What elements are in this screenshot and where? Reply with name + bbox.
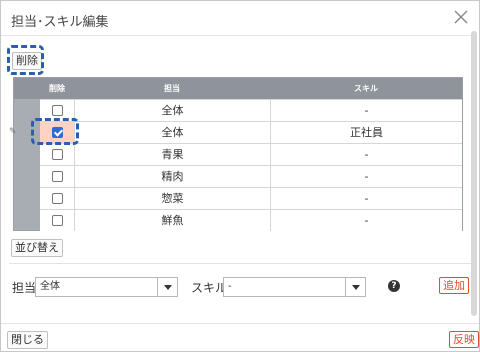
skill-cell: 正社員 xyxy=(350,126,383,139)
chevron-down-icon xyxy=(157,278,177,296)
skill-cell: - xyxy=(364,148,369,161)
tanto-cell: 全体 xyxy=(161,104,184,117)
assignment-grid: 削除 担当 スキル 全体 - 全体 正社員 青果 - 精肉 - 惣菜 - 鮮魚 - xyxy=(13,77,463,231)
scrollbar[interactable] xyxy=(471,31,477,316)
header-skill: スキル xyxy=(354,84,378,93)
delete-button[interactable]: 削除 xyxy=(12,52,42,70)
divider xyxy=(9,263,471,264)
delete-checkbox[interactable] xyxy=(52,127,63,138)
dialog-title: 担当･スキル編集 xyxy=(11,15,109,30)
title-divider xyxy=(1,35,473,36)
delete-checkbox[interactable] xyxy=(52,193,63,204)
header-delete: 削除 xyxy=(49,84,65,93)
close-icon[interactable] xyxy=(453,9,469,25)
tanto-cell: 精肉 xyxy=(161,170,184,183)
table-row[interactable]: 鮮魚 - xyxy=(40,209,462,231)
delete-cell xyxy=(40,100,74,121)
table-row[interactable]: 惣菜 - xyxy=(40,187,462,209)
delete-cell xyxy=(40,188,74,209)
header-tanto: 担当 xyxy=(164,84,180,93)
table-row[interactable]: 青果 - xyxy=(40,143,462,165)
delete-cell xyxy=(40,166,74,187)
table-row[interactable]: 全体 - xyxy=(40,99,462,121)
tanto-cell: 全体 xyxy=(161,126,184,139)
skill-cell: - xyxy=(364,192,369,205)
delete-cell xyxy=(40,144,74,165)
delete-cell xyxy=(40,122,74,143)
footer-divider xyxy=(1,323,479,324)
skill-cell: - xyxy=(364,170,369,183)
skill-label: スキル xyxy=(191,281,228,295)
add-button[interactable]: 追加 xyxy=(439,277,469,294)
reorder-button[interactable]: 並び替え xyxy=(11,239,63,257)
delete-checkbox[interactable] xyxy=(52,149,63,160)
apply-button[interactable]: 反映 xyxy=(449,331,479,348)
tanto-cell: 青果 xyxy=(161,148,184,161)
skill-select[interactable]: - xyxy=(223,277,366,297)
tanto-select[interactable]: 全体 xyxy=(35,277,178,297)
edit-dialog: 担当･スキル編集 削除 削除 担当 スキル 全体 - 全体 正社員 青果 - 精肉 - 惣菜 - 鮮… xyxy=(0,0,480,352)
skill-cell: - xyxy=(364,104,369,117)
skill-select-value: - xyxy=(228,281,232,292)
help-icon[interactable]: ? xyxy=(388,280,400,292)
tanto-cell: 鮮魚 xyxy=(161,214,184,227)
delete-checkbox[interactable] xyxy=(52,105,63,116)
row-edit-icon: ✎ xyxy=(9,127,17,137)
delete-checkbox[interactable] xyxy=(52,171,63,182)
tanto-select-value: 全体 xyxy=(40,281,60,292)
table-row[interactable]: 全体 正社員 xyxy=(40,121,462,143)
tanto-label: 担当 xyxy=(12,281,37,295)
chevron-down-icon xyxy=(345,278,365,296)
tanto-cell: 惣菜 xyxy=(161,192,184,205)
delete-cell xyxy=(40,210,74,231)
grid-header: 削除 担当 スキル xyxy=(14,78,462,99)
skill-cell: - xyxy=(364,214,369,227)
table-row[interactable]: 精肉 - xyxy=(40,165,462,187)
close-button[interactable]: 閉じる xyxy=(7,331,48,349)
delete-checkbox[interactable] xyxy=(52,215,63,226)
